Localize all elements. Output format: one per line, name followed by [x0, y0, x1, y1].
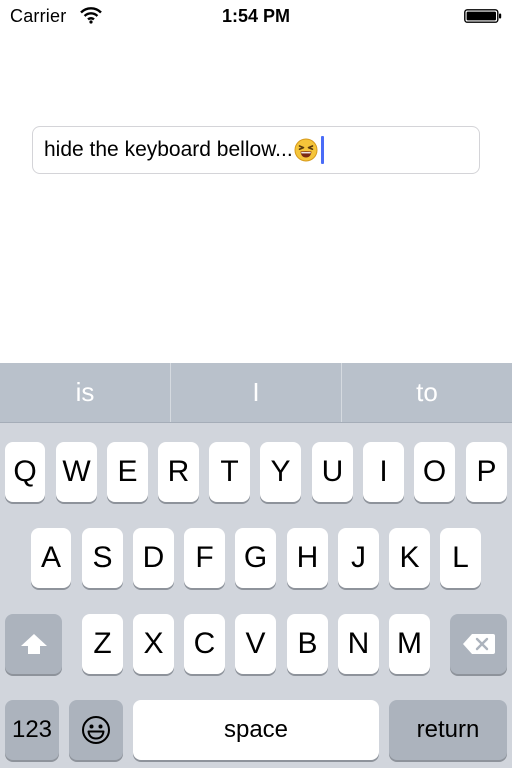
clock: 1:54 PM: [221, 6, 291, 26]
battery-icon: [464, 9, 502, 23]
emoji-keyboard-icon: [82, 716, 110, 744]
suggestion-is[interactable]: is: [0, 363, 170, 422]
key-e[interactable]: E: [107, 442, 148, 502]
key-z[interactable]: Z: [82, 614, 123, 674]
suggestion-i[interactable]: I: [170, 363, 341, 422]
numbers-key[interactable]: 123: [5, 700, 59, 760]
status-bar: Carrier 1:54 PM: [0, 0, 512, 34]
screen: Carrier 1:54 PM hide the keyboard bellow…: [0, 0, 512, 768]
key-c[interactable]: C: [184, 614, 225, 674]
key-h[interactable]: H: [287, 528, 328, 588]
key-i[interactable]: I: [363, 442, 404, 502]
key-y[interactable]: Y: [260, 442, 301, 502]
key-k[interactable]: K: [389, 528, 430, 588]
key-t[interactable]: T: [209, 442, 250, 502]
emoji-keyboard-key[interactable]: [69, 700, 123, 760]
key-f[interactable]: F: [184, 528, 225, 588]
text-caret: [320, 136, 324, 164]
key-g[interactable]: G: [235, 528, 276, 588]
key-m[interactable]: M: [389, 614, 430, 674]
key-p[interactable]: P: [466, 442, 507, 502]
key-b[interactable]: B: [287, 614, 328, 674]
delete-icon: [462, 634, 495, 654]
key-n[interactable]: N: [338, 614, 379, 674]
key-u[interactable]: U: [312, 442, 353, 502]
text-input[interactable]: hide the keyboard bellow...: [32, 126, 480, 174]
keyboard: is I to Q W E R T Y U I O P A S D F G H …: [0, 363, 512, 768]
key-o[interactable]: O: [414, 442, 455, 502]
suggestion-bar: is I to: [0, 363, 512, 423]
key-v[interactable]: V: [235, 614, 276, 674]
shift-icon: [20, 634, 47, 654]
key-q[interactable]: Q: [5, 442, 45, 502]
shift-key[interactable]: [5, 614, 62, 674]
key-r[interactable]: R: [158, 442, 199, 502]
return-key[interactable]: return: [389, 700, 507, 760]
key-w[interactable]: W: [56, 442, 97, 502]
key-x[interactable]: X: [133, 614, 174, 674]
key-d[interactable]: D: [133, 528, 174, 588]
suggestion-to[interactable]: to: [341, 363, 512, 422]
key-s[interactable]: S: [82, 528, 123, 588]
key-a[interactable]: A: [31, 528, 71, 588]
key-l[interactable]: L: [440, 528, 481, 588]
key-j[interactable]: J: [338, 528, 379, 588]
delete-key[interactable]: [450, 614, 507, 674]
text-input-value: hide the keyboard bellow...: [44, 138, 293, 161]
space-key[interactable]: space: [133, 700, 379, 760]
laughing-face-emoji: [294, 138, 318, 162]
